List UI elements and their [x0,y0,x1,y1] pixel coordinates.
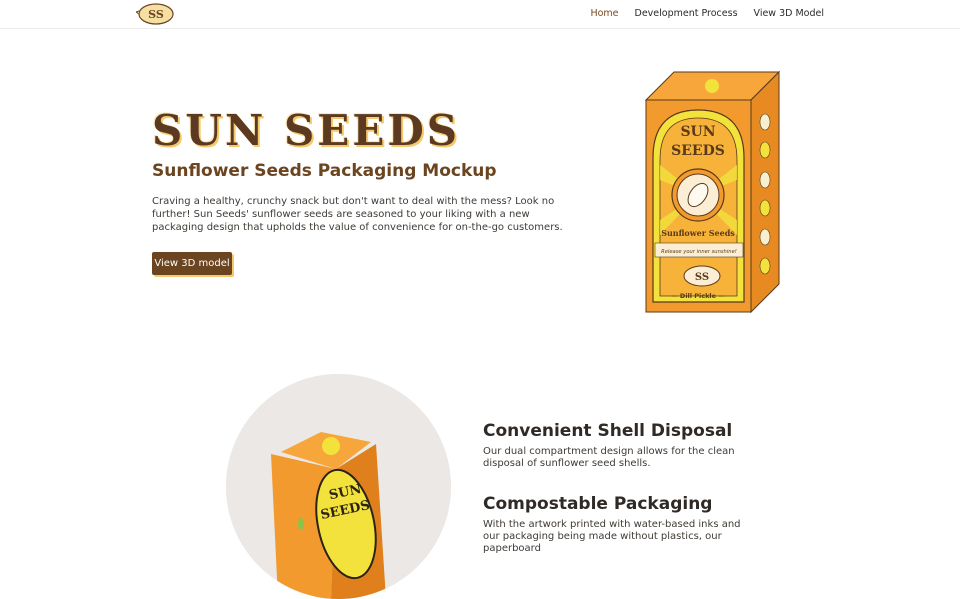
hero-intro: Craving a healthy, crunchy snack but don… [152,196,563,233]
feature-title-compostable: Compostable Packaging [483,494,713,514]
logo-text: SS [148,8,164,21]
hero-subtitle: Sunflower Seeds Packaging Mockup [152,161,497,181]
feature-text-compostable: With the artwork printed with water-base… [483,519,741,554]
package-brand-line1: SUN [680,124,715,140]
nav-view-3d-model[interactable]: View 3D Model [754,8,824,19]
brand-title: SUN SEEDS [152,106,461,155]
package-flavor: — Dill Pickle — [671,292,725,300]
package-brand-line2: SEEDS [671,143,725,159]
nav-home[interactable]: Home [590,8,618,19]
package-photo: SUN SEEDS [226,374,451,599]
nav-development-process[interactable]: Development Process [635,8,738,19]
top-nav: SS Home Development Process View 3D Mode… [0,0,960,29]
feature-title-shell-disposal: Convenient Shell Disposal [483,421,733,441]
feature-text-shell-disposal: Our dual compartment design allows for t… [483,446,735,469]
package-product-name: Sunflower Seeds [661,228,735,238]
package-illustration: SUN SEEDS Sunflower Seeds Release your i… [640,70,782,315]
sun-icon [322,437,340,455]
sun-icon [705,79,719,93]
view-3d-model-button[interactable]: View 3D model [152,252,232,275]
package-logo-text: SS [695,272,709,283]
package-tagline: Release your inner sunshine! [661,249,737,255]
nav-links: Home Development Process View 3D Model [590,8,824,19]
ss-logo[interactable]: SS [136,2,174,26]
